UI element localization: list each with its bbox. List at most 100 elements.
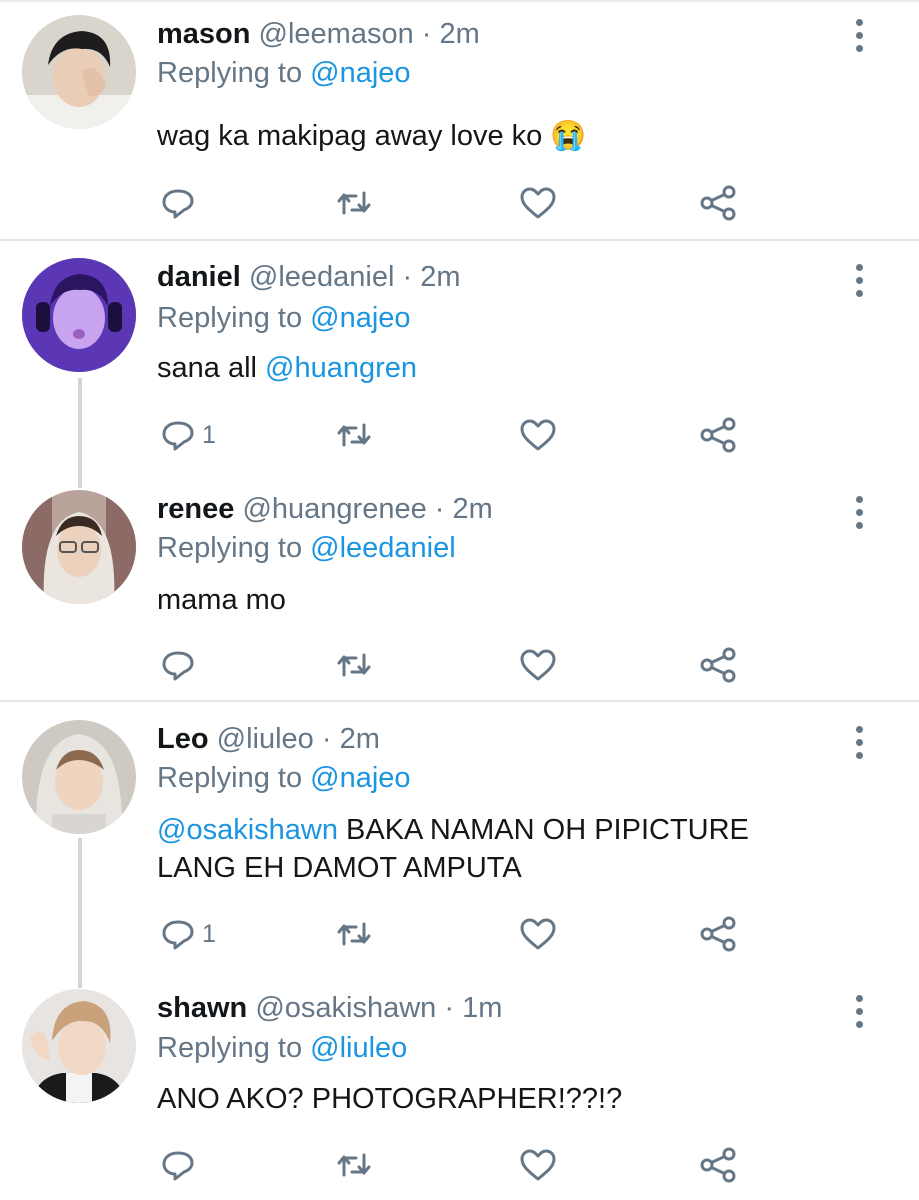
reply-icon (162, 421, 194, 451)
reply-count: 1 (202, 420, 216, 449)
like-button[interactable] (518, 183, 558, 223)
display-name[interactable]: shawn (157, 992, 247, 1024)
user-handle[interactable]: @leedaniel (249, 261, 395, 293)
user-handle[interactable]: @huangrenee (242, 493, 426, 525)
timestamp[interactable]: 2m (440, 18, 480, 50)
display-name[interactable]: renee (157, 493, 234, 525)
reply-icon (162, 1151, 194, 1181)
display-name[interactable]: Leo (157, 723, 209, 755)
display-name[interactable]: mason (157, 18, 250, 50)
timestamp[interactable]: 2m (453, 493, 493, 525)
tweet-text: wag ka makipag away love ko 😭 (157, 120, 587, 152)
tweet-divider (0, 700, 919, 702)
text-mention[interactable]: @osakishawn (157, 814, 338, 846)
replying-to-mention[interactable]: @najeo (310, 57, 410, 89)
replying-to-mention[interactable]: @najeo (310, 762, 410, 794)
timestamp[interactable]: 2m (340, 723, 380, 755)
user-handle[interactable]: @osakishawn (255, 992, 436, 1024)
tweet[interactable]: daniel @leedaniel · 2m Replying to @naje… (0, 258, 919, 478)
like-button[interactable] (518, 415, 558, 455)
replying-to-label: Replying to (157, 532, 303, 564)
replying-to: Replying to @najeo (157, 56, 411, 90)
reply-count: 1 (202, 919, 216, 948)
share-button[interactable] (698, 415, 738, 455)
retweet-button[interactable] (334, 415, 374, 455)
more-options-icon[interactable] (849, 494, 869, 534)
like-icon (520, 187, 556, 219)
replying-to-mention[interactable]: @leedaniel (310, 532, 456, 564)
user-handle[interactable]: @leemason (259, 18, 414, 50)
like-icon (520, 419, 556, 451)
share-icon (700, 417, 736, 453)
tweet-text: sana all @huangren (157, 349, 877, 387)
avatar[interactable] (22, 720, 136, 834)
retweet-button[interactable] (334, 645, 374, 685)
reply-feed: mason @leemason · 2m Replying to @najeo … (0, 0, 919, 1200)
more-options-icon[interactable] (849, 17, 869, 57)
share-button[interactable] (698, 183, 738, 223)
reply-icon (162, 189, 194, 219)
tweet-text-content: BAKA NAMAN OH PIPICTURE (346, 814, 749, 846)
reply-button[interactable] (158, 1145, 198, 1185)
text-mention[interactable]: @huangren (265, 352, 417, 384)
more-options-icon[interactable] (849, 262, 869, 302)
tweet-text: @osakishawn BAKA NAMAN OH PIPICTURE LANG… (157, 811, 877, 887)
tweet-text-content: sana all (157, 352, 257, 384)
retweet-button[interactable] (334, 914, 374, 954)
avatar[interactable] (22, 989, 136, 1103)
share-button[interactable] (698, 1145, 738, 1185)
like-button[interactable] (518, 914, 558, 954)
like-button[interactable] (518, 1145, 558, 1185)
more-options-icon[interactable] (849, 993, 869, 1033)
tweet[interactable]: renee @huangrenee · 2m Replying to @leed… (0, 490, 919, 700)
tweet-text-line: @osakishawn BAKA NAMAN OH PIPICTURE (157, 811, 877, 849)
avatar[interactable] (22, 490, 136, 604)
retweet-icon (337, 653, 371, 677)
timestamp[interactable]: 2m (420, 261, 460, 293)
tweet-actions (150, 183, 770, 223)
tweet-header: mason @leemason · 2m (157, 17, 480, 51)
reply-button[interactable]: 1 (158, 415, 216, 455)
tweet-actions (150, 1145, 770, 1185)
tweet[interactable]: shawn @osakishawn · 1m Replying to @liul… (0, 989, 919, 1200)
replying-to: Replying to @najeo (157, 761, 411, 795)
timestamp[interactable]: 1m (462, 992, 502, 1024)
share-icon (700, 185, 736, 221)
like-icon (520, 918, 556, 950)
separator-dot: · (434, 493, 445, 525)
user-handle[interactable]: @liuleo (217, 723, 314, 755)
share-icon (700, 916, 736, 952)
retweet-icon (337, 1153, 371, 1177)
tweet-text: mama mo (157, 584, 286, 616)
top-divider (0, 0, 919, 2)
replying-to-label: Replying to (157, 762, 303, 794)
share-button[interactable] (698, 914, 738, 954)
reply-button[interactable]: 1 (158, 914, 216, 954)
reply-button[interactable] (158, 183, 198, 223)
more-options-icon[interactable] (849, 724, 869, 764)
retweet-icon (337, 191, 371, 215)
share-button[interactable] (698, 645, 738, 685)
tweet-actions: 1 (150, 914, 770, 954)
like-icon (520, 1149, 556, 1181)
like-button[interactable] (518, 645, 558, 685)
like-icon (520, 649, 556, 681)
retweet-button[interactable] (334, 183, 374, 223)
separator-dot: · (402, 261, 413, 293)
retweet-icon (337, 922, 371, 946)
tweet[interactable]: mason @leemason · 2m Replying to @najeo … (0, 15, 919, 240)
replying-to-label: Replying to (157, 57, 303, 89)
retweet-button[interactable] (334, 1145, 374, 1185)
tweet[interactable]: Leo @liuleo · 2m Replying to @najeo @osa… (0, 720, 919, 980)
reply-button[interactable] (158, 645, 198, 685)
avatar[interactable] (22, 15, 136, 129)
display-name[interactable]: daniel (157, 261, 241, 293)
tweet-header: Leo @liuleo · 2m (157, 722, 380, 756)
replying-to-label: Replying to (157, 1032, 303, 1064)
avatar[interactable] (22, 258, 136, 372)
tweet-text-line: LANG EH DAMOT AMPUTA (157, 852, 522, 884)
replying-to-mention[interactable]: @najeo (310, 302, 410, 334)
retweet-icon (337, 423, 371, 447)
tweet-actions (150, 645, 770, 685)
replying-to-mention[interactable]: @liuleo (310, 1032, 407, 1064)
